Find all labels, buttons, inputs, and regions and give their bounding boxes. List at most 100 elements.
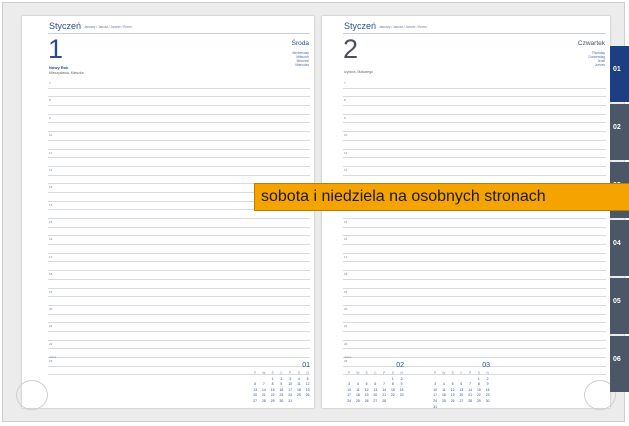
weekday-translations: Wednesday Mittwoch Mercredi Miércoles (292, 51, 309, 67)
month-tab-01[interactable]: 01 (610, 46, 629, 102)
hour-row (48, 158, 310, 167)
hour-row (343, 210, 606, 219)
header-rule (343, 33, 606, 34)
month-header: Styczeń January / Januar / Janvier / Ener… (49, 21, 132, 31)
calendar-day: 28 (261, 398, 266, 403)
hour-row (343, 315, 606, 324)
translation-line: Miércoles (295, 63, 309, 68)
weekday-label: Czwartek (577, 40, 605, 47)
hour-label: 20 (49, 306, 53, 311)
hour-row (343, 106, 606, 115)
hour-row (48, 210, 310, 219)
month-title: Styczeń (344, 21, 377, 31)
hour-label: 11 (344, 150, 348, 155)
weekday-label: Środa (291, 40, 309, 47)
month-title: Styczeń (49, 21, 82, 31)
hour-label: 7 (49, 81, 51, 85)
hour-row (48, 280, 310, 289)
left-page: Styczeń January / Januar / Janvier / Ener… (16, 16, 314, 410)
holiday-label: Nowy Rok (49, 65, 69, 70)
hour-label: 17 (49, 254, 53, 259)
mini-calendar: 02 P W Ś C P S N 1 2 3 4 5 6 7 8 9 10 11 12 13 14 15 16 17 18 19 20… (336, 362, 406, 406)
hour-row: 10 (48, 132, 310, 141)
hour-row: 16 (343, 236, 606, 246)
hour-rows: 7891011121314151617181920212223 (48, 80, 310, 376)
weekend-banner: sobota i niedziela na osobnych stronach (254, 183, 629, 211)
hour-row: 9 (48, 115, 310, 124)
hour-row: 19 (48, 289, 310, 298)
page-corner (16, 380, 48, 410)
hour-row: 11 (48, 150, 310, 159)
mini-calendar-month: 02 (396, 362, 404, 369)
mini-calendar: 03 P W Ś C P S N 1 2 3 4 5 6 7 8 9 10 11 12 13 14 15 16 17 18 19 20… (422, 362, 492, 409)
right-page: Styczeń January / Januar / Janvier / Ener… (322, 16, 616, 410)
month-tab-06[interactable]: 06 (610, 336, 629, 392)
hour-row: 12 (343, 167, 606, 176)
hour-row (48, 245, 310, 254)
hour-row: 7 (343, 80, 606, 89)
hour-row: 16 (48, 236, 310, 246)
hour-label: 19 (49, 289, 53, 294)
hour-row (48, 315, 310, 324)
calendar-day: 31 (433, 404, 438, 409)
hour-row (343, 228, 606, 237)
hour-row: 17 (48, 254, 310, 263)
mini-calendar-grid: P W Ś C P S N 1 2 3 4 5 6 7 8 9 10 11 12 13 14 15 16 17 18 19 20 21… (336, 371, 406, 405)
header-rule (48, 33, 310, 34)
hour-label: 20 (344, 306, 348, 311)
mini-calendar-grid: P W Ś C P S N 1 2 3 4 5 6 7 8 9 10 11 12 13 14 15 16 17 18 19 20 21… (422, 371, 492, 410)
hour-label: 10 (49, 133, 53, 138)
mini-calendar-month: 03 (482, 362, 490, 369)
hour-label: 10 (344, 133, 348, 138)
hour-row: 22 (48, 341, 310, 350)
hour-rows: 7891011121314151617181920212223 (343, 80, 606, 376)
hour-row (343, 245, 606, 254)
calendar-day: 27 (253, 398, 258, 403)
hour-label: 18 (49, 272, 53, 277)
month-tab-05[interactable]: 05 (610, 278, 629, 334)
calendar-day: 25 (355, 398, 360, 403)
day-number: 2 (343, 34, 359, 64)
week-number-cell (242, 399, 251, 405)
hour-row (48, 89, 310, 98)
hour-row (343, 89, 606, 98)
calendar-day: 23 (399, 393, 404, 398)
hour-label: 8 (49, 98, 51, 103)
month-tab-04[interactable]: 04 (610, 220, 629, 276)
hour-row: 21 (343, 323, 606, 332)
calendar-day: 24 (347, 398, 352, 403)
hour-row (48, 106, 310, 115)
translation-line: Jueves (594, 63, 605, 68)
week-number-cell (422, 405, 431, 411)
hour-row (343, 297, 606, 306)
calendar-day: 29 (476, 398, 481, 403)
month-tab-02[interactable]: 02 (610, 104, 629, 160)
hour-row: 20 (343, 306, 606, 315)
hour-label: 12 (49, 167, 53, 172)
hour-label: 15 (49, 220, 53, 224)
hour-row (343, 158, 606, 167)
hour-row (343, 332, 606, 341)
hour-row (48, 228, 310, 237)
hour-row: 15 (48, 219, 310, 228)
hour-label: 7 (344, 81, 346, 85)
hour-label: 17 (344, 254, 348, 259)
mini-calendar-grid: P W Ś C P S N 1 2 3 4 5 6 7 8 9 10 11 12 13 14 15 16 17 18 19 20 21… (242, 371, 312, 405)
calendar-day: 26 (450, 398, 455, 403)
month-subtitle: January / Januar / Janvier / Enero (379, 24, 427, 29)
hour-row: 11 (343, 150, 606, 159)
notes-label: notes (49, 355, 57, 359)
notes-label: notes (344, 355, 352, 359)
hour-row: 18 (343, 271, 606, 280)
hour-row: 8 (343, 97, 606, 107)
hour-label: 11 (49, 150, 53, 155)
hour-row (48, 141, 310, 150)
weekday-translations: Thursday Donnerstag Jeudi Jueves (589, 51, 605, 67)
hour-label: 9 (49, 115, 51, 120)
day-number: 1 (48, 34, 64, 64)
hour-label: 14 (49, 202, 53, 207)
hour-label: 21 (49, 324, 53, 329)
hour-row (343, 349, 606, 358)
calendar-day: 30 (279, 398, 284, 403)
name-days: Mieczysława, Mieszka (49, 71, 84, 75)
